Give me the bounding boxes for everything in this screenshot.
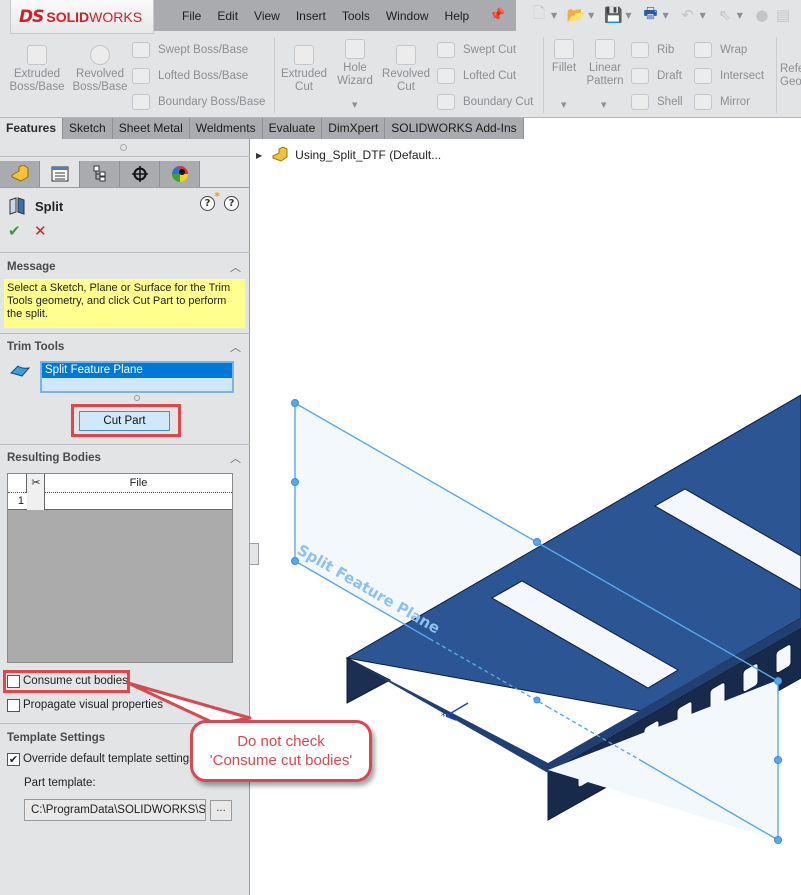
callout-line-1: Do not check <box>237 733 325 750</box>
callout-line-2: 'Consume cut bodies' <box>209 752 353 769</box>
annotation-callout: Do not check 'Consume cut bodies' <box>190 720 372 782</box>
callout-leader <box>126 681 252 726</box>
